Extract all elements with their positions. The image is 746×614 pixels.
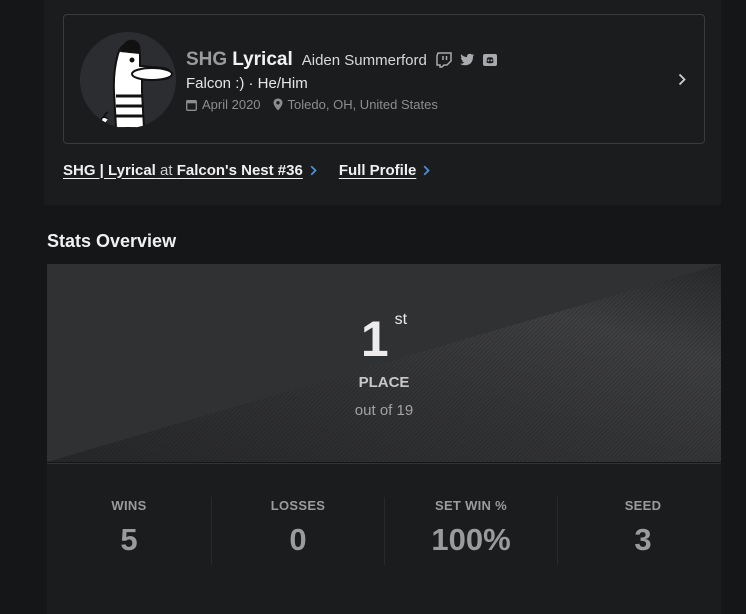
event-entrant-link[interactable]: SHG | Lyrical at Falcon's Nest #36 [63, 162, 303, 179]
placement-banner: 1 st PLACE out of 19 [47, 264, 721, 462]
name-row: SHG Lyrical Aiden Summerford [186, 47, 505, 73]
stat-label: WINS [111, 498, 147, 513]
gamertag: Lyrical [232, 49, 293, 70]
page: SHG Lyrical Aiden Summerford Falcon :) ·… [0, 0, 746, 614]
stat-label: SEED [624, 498, 662, 513]
location: Toledo, OH, United States [287, 97, 438, 112]
real-name: Aiden Summerford [301, 51, 427, 69]
twitch-icon[interactable] [436, 52, 452, 68]
placement-label: PLACE [358, 374, 410, 391]
placement-suffix: st [394, 311, 408, 328]
join-date: April 2020 [202, 97, 261, 112]
event-name: Falcon's Nest #36 [176, 161, 303, 179]
chevron-right-icon[interactable] [676, 67, 688, 91]
entrant-name: SHG | Lyrical [63, 161, 156, 179]
twitter-icon[interactable] [459, 53, 475, 67]
sponsor-prefix: SHG [186, 49, 228, 70]
cartoon-character-icon [80, 32, 176, 128]
stat-value: 5 [120, 522, 138, 557]
placement-value: 1 [360, 311, 389, 367]
full-profile-link[interactable]: Full Profile [339, 162, 417, 179]
links-row: SHG | Lyrical at Falcon's Nest #36 Full … [63, 160, 431, 180]
stat-label: SET WIN % [434, 498, 508, 513]
stats-bar: WINS 5 LOSSES 0 SET WIN % 100% SEED 3 [47, 463, 721, 614]
stat-value: 0 [289, 522, 307, 557]
at-word: at [160, 161, 173, 179]
bio: Falcon :) · He/Him [186, 75, 308, 92]
chevron-right-icon [310, 165, 317, 176]
placement-number: 1 st [47, 311, 721, 367]
stat-wins: WINS 5 [47, 464, 211, 614]
section-title: Stats Overview [47, 231, 177, 251]
calendar-icon [186, 99, 197, 111]
stat-losses: LOSSES 0 [212, 464, 384, 614]
profile-card[interactable]: SHG Lyrical Aiden Summerford Falcon :) ·… [63, 14, 705, 144]
placement-out-of: out of 19 [354, 402, 414, 419]
chevron-right-icon [423, 165, 431, 176]
meta-row: April 2020 Toledo, OH, United States [186, 97, 438, 112]
stat-set-win-pct: SET WIN % 100% [385, 464, 557, 614]
stat-label: LOSSES [270, 498, 326, 513]
avatar [80, 32, 176, 128]
stat-value: 100% [431, 522, 511, 557]
stat-value: 3 [634, 522, 652, 557]
location-pin-icon [273, 98, 283, 111]
discord-icon[interactable] [482, 52, 498, 68]
stat-seed: SEED 3 [558, 464, 728, 614]
